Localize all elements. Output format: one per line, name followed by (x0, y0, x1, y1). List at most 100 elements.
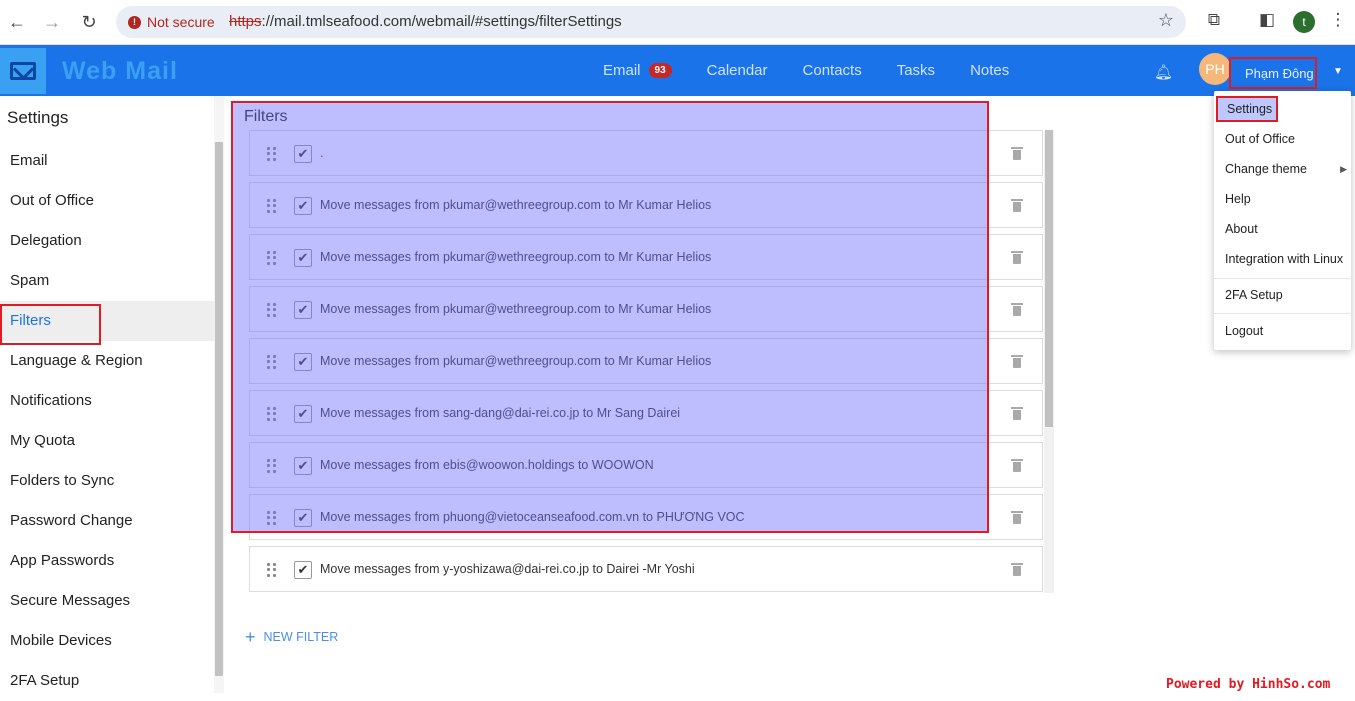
filter-row[interactable]: ✔ Move messages from pkumar@wethreegroup… (249, 234, 1043, 280)
filter-description[interactable]: Move messages from pkumar@wethreegroup.c… (320, 198, 711, 212)
drag-handle-icon[interactable] (267, 511, 277, 525)
sidebar-item-email[interactable]: Email (0, 141, 214, 181)
filter-description[interactable]: Move messages from pkumar@wethreegroup.c… (320, 250, 711, 264)
filter-row[interactable]: ✔ Move messages from sang-dang@dai-rei.c… (249, 390, 1043, 436)
extensions-icon[interactable]: ⧉ (1202, 10, 1226, 30)
reload-icon[interactable]: ↻ (77, 10, 101, 34)
new-filter-button[interactable]: + NEW FILTER (245, 628, 338, 646)
sidebar-item-2fa-setup[interactable]: 2FA Setup (0, 661, 214, 701)
trash-icon[interactable] (1011, 251, 1023, 264)
page-title: Filters (244, 108, 288, 125)
filter-description[interactable]: . (320, 146, 323, 160)
filter-description[interactable]: Move messages from pkumar@wethreegroup.c… (320, 354, 711, 368)
watermark-text: Powered by HinhSo.com (1166, 677, 1331, 692)
filter-description[interactable]: Move messages from pkumar@wethreegroup.c… (320, 302, 711, 316)
nav-calendar[interactable]: Calendar (707, 62, 768, 79)
nav-email[interactable]: Email 93 (603, 62, 672, 79)
sidebar-item-label: Email (10, 152, 48, 169)
drag-handle-icon[interactable] (267, 563, 277, 577)
filter-enabled-checkbox[interactable]: ✔ (294, 509, 312, 527)
menu-item-about[interactable]: About (1214, 214, 1351, 244)
filter-description[interactable]: Move messages from y-yoshizawa@dai-rei.c… (320, 562, 695, 576)
browser-menu-icon[interactable]: ⋮ (1326, 10, 1350, 30)
filter-list-scrollbar-thumb[interactable] (1045, 130, 1053, 427)
nav-contacts[interactable]: Contacts (803, 62, 862, 79)
trash-icon[interactable] (1011, 511, 1023, 524)
sidebar-item-folders-to-sync[interactable]: Folders to Sync (0, 461, 214, 501)
filter-description[interactable]: Move messages from ebis@woowon.holdings … (320, 458, 654, 472)
address-bar[interactable]: ! Not secure https://mail.tmlseafood.com… (116, 6, 1186, 38)
trash-icon[interactable] (1011, 459, 1023, 472)
drag-handle-icon[interactable] (267, 459, 277, 473)
bell-icon[interactable]: 🔔︎ (1154, 63, 1173, 81)
drag-handle-icon[interactable] (267, 199, 277, 213)
sidebar-scrollbar-thumb[interactable] (215, 142, 223, 676)
filter-row[interactable]: ✔ Move messages from phuong@vietoceansea… (249, 494, 1043, 540)
nav-tasks[interactable]: Tasks (897, 62, 935, 79)
filter-row[interactable]: ✔ Move messages from pkumar@wethreegroup… (249, 286, 1043, 332)
bookmark-star-icon[interactable]: ☆ (1158, 10, 1174, 31)
filter-enabled-checkbox[interactable]: ✔ (294, 301, 312, 319)
app-title[interactable]: Web Mail (62, 57, 178, 86)
back-icon[interactable]: ← (5, 10, 29, 34)
menu-item-out-of-office[interactable]: Out of Office (1214, 124, 1351, 154)
filter-description[interactable]: Move messages from phuong@vietoceanseafo… (320, 510, 745, 524)
url-rest: ://mail.tmlseafood.com/webmail/#settings… (261, 13, 622, 30)
menu-divider (1214, 278, 1351, 279)
trash-icon[interactable] (1011, 563, 1023, 576)
profile-avatar[interactable]: t (1293, 11, 1315, 33)
sidebar-item-mobile-devices[interactable]: Mobile Devices (0, 621, 214, 661)
sidebar-item-app-passwords[interactable]: App Passwords (0, 541, 214, 581)
menu-item-2fa-setup[interactable]: 2FA Setup (1214, 280, 1351, 310)
drag-handle-icon[interactable] (267, 303, 277, 317)
filter-enabled-checkbox[interactable]: ✔ (294, 457, 312, 475)
filter-description[interactable]: Move messages from sang-dang@dai-rei.co.… (320, 406, 680, 420)
filter-row[interactable]: ✔ . (249, 130, 1043, 176)
trash-icon[interactable] (1011, 199, 1023, 212)
trash-icon[interactable] (1011, 355, 1023, 368)
user-avatar[interactable]: PH (1199, 53, 1231, 85)
trash-icon[interactable] (1011, 303, 1023, 316)
sidebar-item-notifications[interactable]: Notifications (0, 381, 214, 421)
filter-enabled-checkbox[interactable]: ✔ (294, 145, 312, 163)
drag-handle-icon[interactable] (267, 355, 277, 369)
caret-down-icon[interactable]: ▼ (1333, 66, 1343, 77)
menu-divider (1214, 313, 1351, 314)
url-text[interactable]: https://mail.tmlseafood.com/webmail/#set… (229, 13, 622, 30)
sidebar-item-spam[interactable]: Spam (0, 261, 214, 301)
filter-enabled-checkbox[interactable]: ✔ (294, 353, 312, 371)
menu-item-label: Change theme (1225, 162, 1308, 176)
user-menu-button[interactable]: Phạm Đông Hải (1229, 57, 1317, 89)
menu-item-help[interactable]: Help (1214, 184, 1351, 214)
mail-logo-icon[interactable] (0, 48, 46, 94)
trash-icon[interactable] (1011, 407, 1023, 420)
filter-row[interactable]: ✔ Move messages from y-yoshizawa@dai-rei… (249, 546, 1043, 592)
filter-enabled-checkbox[interactable]: ✔ (294, 561, 312, 579)
filter-enabled-checkbox[interactable]: ✔ (294, 405, 312, 423)
sidebar-item-password-change[interactable]: Password Change (0, 501, 214, 541)
drag-handle-icon[interactable] (267, 251, 277, 265)
menu-item-logout[interactable]: Logout (1214, 316, 1351, 346)
sidebar-item-label: Delegation (10, 232, 82, 249)
sidebar-item-secure-messages[interactable]: Secure Messages (0, 581, 214, 621)
menu-item-settings[interactable]: Settings (1216, 96, 1278, 122)
side-panel-icon[interactable]: ◧ (1255, 10, 1279, 30)
warning-icon: ! (128, 15, 141, 29)
security-chip[interactable]: ! Not secure (120, 10, 223, 34)
filter-enabled-checkbox[interactable]: ✔ (294, 197, 312, 215)
trash-icon[interactable] (1011, 147, 1023, 160)
filter-row[interactable]: ✔ Move messages from pkumar@wethreegroup… (249, 338, 1043, 384)
sidebar-item-language-region[interactable]: Language & Region (0, 341, 214, 381)
filter-row[interactable]: ✔ Move messages from pkumar@wethreegroup… (249, 182, 1043, 228)
sidebar-item-my-quota[interactable]: My Quota (0, 421, 214, 461)
drag-handle-icon[interactable] (267, 407, 277, 421)
sidebar-item-delegation[interactable]: Delegation (0, 221, 214, 261)
menu-item-change-theme[interactable]: Change theme ▶ (1214, 154, 1351, 184)
sidebar-item-out-of-office[interactable]: Out of Office (0, 181, 214, 221)
drag-handle-icon[interactable] (267, 147, 277, 161)
filter-enabled-checkbox[interactable]: ✔ (294, 249, 312, 267)
nav-notes[interactable]: Notes (970, 62, 1009, 79)
filter-row[interactable]: ✔ Move messages from ebis@woowon.holding… (249, 442, 1043, 488)
menu-item-integration-linux[interactable]: Integration with Linux (1214, 244, 1351, 274)
forward-icon[interactable]: → (40, 10, 64, 34)
